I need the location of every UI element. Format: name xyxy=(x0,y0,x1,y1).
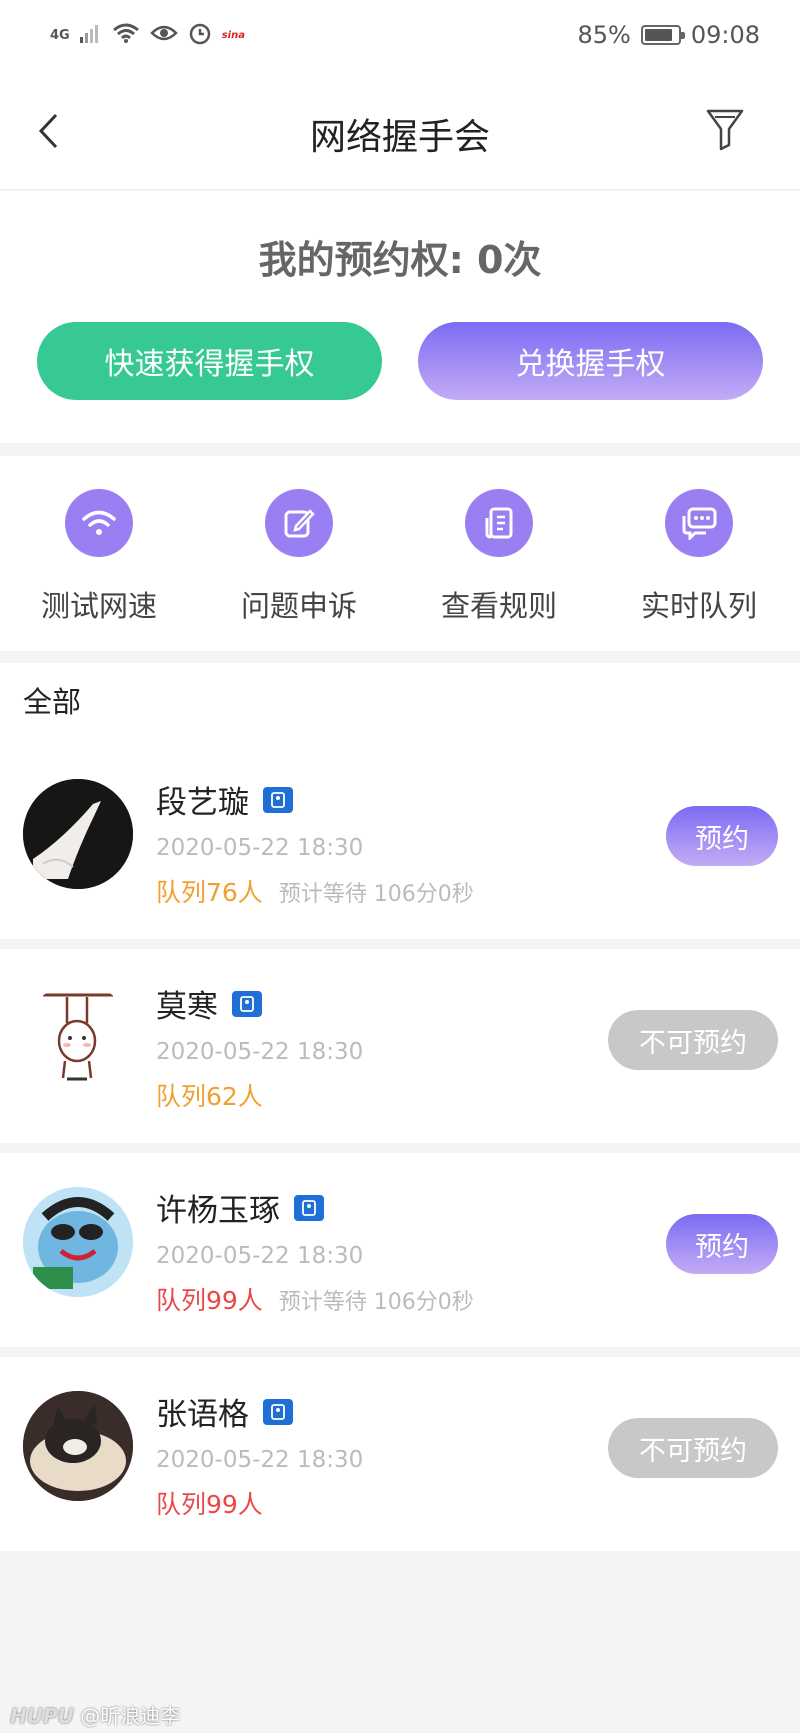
verified-badge-icon xyxy=(294,1194,324,1221)
list-header: 全部 xyxy=(0,663,800,745)
battery-icon xyxy=(640,25,685,45)
list-item[interactable]: 莫寒 2020-05-22 18:30 队列62人 不可预约 xyxy=(0,949,800,1143)
page-title: 网络握手会 xyxy=(309,117,490,158)
member-list: 全部 段艺璇 2020-05-22 18:30 队列76人 预计等待 106分0… xyxy=(0,663,800,1551)
verified-badge-icon xyxy=(232,990,262,1017)
list-header-title: 全部 xyxy=(23,685,82,719)
list-item[interactable]: 许杨玉琢 2020-05-22 18:30 队列99人 预计等待 106分0秒 … xyxy=(0,1153,800,1347)
verified-badge-icon xyxy=(263,786,293,813)
quick-get-button[interactable]: 快速获得握手权 xyxy=(37,322,382,400)
avatar xyxy=(23,1391,133,1501)
member-name: 段艺璇 xyxy=(156,785,249,821)
shortcut-label: 实时队列 xyxy=(640,589,757,623)
reserve-button[interactable]: 预约 xyxy=(666,1214,778,1274)
alarm-icon xyxy=(188,21,212,49)
clock: 09:08 xyxy=(690,21,760,49)
shortcut-rules[interactable]: 查看规则 xyxy=(419,489,579,625)
battery-percent: 85% xyxy=(577,21,631,49)
shortcut-label: 测试网速 xyxy=(40,589,157,623)
chat-icon xyxy=(665,489,733,557)
shortcut-live-queue[interactable]: 实时队列 xyxy=(619,489,779,625)
signal-icon xyxy=(79,23,102,47)
verified-badge-icon xyxy=(263,1398,293,1425)
edit-icon xyxy=(265,489,333,557)
event-date: 2020-05-22 18:30 xyxy=(156,835,364,861)
member-name: 张语格 xyxy=(156,1397,249,1433)
exchange-button[interactable]: 兑换握手权 xyxy=(418,322,763,400)
reserve-button[interactable]: 预约 xyxy=(666,806,778,866)
reserve-button[interactable]: 不可预约 xyxy=(608,1418,778,1478)
avatar xyxy=(23,779,133,889)
quota-section: 我的预约权: 0次 快速获得握手权 兑换握手权 xyxy=(0,191,800,443)
shortcut-appeal[interactable]: 问题申诉 xyxy=(219,489,379,625)
reserve-button[interactable]: 不可预约 xyxy=(608,1010,778,1070)
network-label: 4G xyxy=(50,27,70,43)
event-date: 2020-05-22 18:30 xyxy=(156,1447,364,1473)
queue-count: 队列62人 xyxy=(156,1082,263,1111)
avatar xyxy=(23,983,133,1093)
event-date: 2020-05-22 18:30 xyxy=(156,1039,364,1065)
reservation-quota: 我的预约权: 0次 xyxy=(258,238,542,282)
list-item[interactable]: 张语格 2020-05-22 18:30 队列99人 不可预约 xyxy=(0,1357,800,1551)
status-bar: 4G sina 85% 09:08 xyxy=(0,0,800,70)
wifi-status-icon xyxy=(112,22,140,48)
wifi-icon xyxy=(65,489,133,557)
queue-count: 队列99人 xyxy=(156,1286,263,1315)
queue-count: 队列99人 xyxy=(156,1490,263,1519)
shortcut-label: 问题申诉 xyxy=(240,589,357,623)
member-name: 许杨玉琢 xyxy=(156,1193,280,1229)
wait-estimate: 预计等待 106分0秒 xyxy=(278,882,474,907)
watermark-handle: @昕浪迪李 xyxy=(80,1704,181,1728)
queue-count: 队列76人 xyxy=(156,878,263,907)
wait-estimate: 预计等待 106分0秒 xyxy=(278,1290,474,1315)
event-date: 2020-05-22 18:30 xyxy=(156,1243,364,1269)
shortcut-label: 查看规则 xyxy=(440,589,557,623)
shortcut-bar: 测试网速 问题申诉 查看规则 实时队列 xyxy=(0,456,800,651)
filter-button[interactable] xyxy=(700,104,750,154)
watermark: HUPU @昕浪迪李 xyxy=(10,1700,180,1729)
member-name: 莫寒 xyxy=(156,989,218,1025)
sina-icon: sina xyxy=(221,29,245,41)
watermark-brand: HUPU xyxy=(10,1704,74,1728)
shortcut-speed-test[interactable]: 测试网速 xyxy=(19,489,179,625)
document-icon xyxy=(465,489,533,557)
filter-icon xyxy=(706,109,744,151)
nav-bar: 网络握手会 xyxy=(0,70,800,190)
avatar xyxy=(23,1187,133,1297)
eye-icon xyxy=(149,23,178,47)
list-item[interactable]: 段艺璇 2020-05-22 18:30 队列76人 预计等待 106分0秒 预… xyxy=(0,745,800,939)
